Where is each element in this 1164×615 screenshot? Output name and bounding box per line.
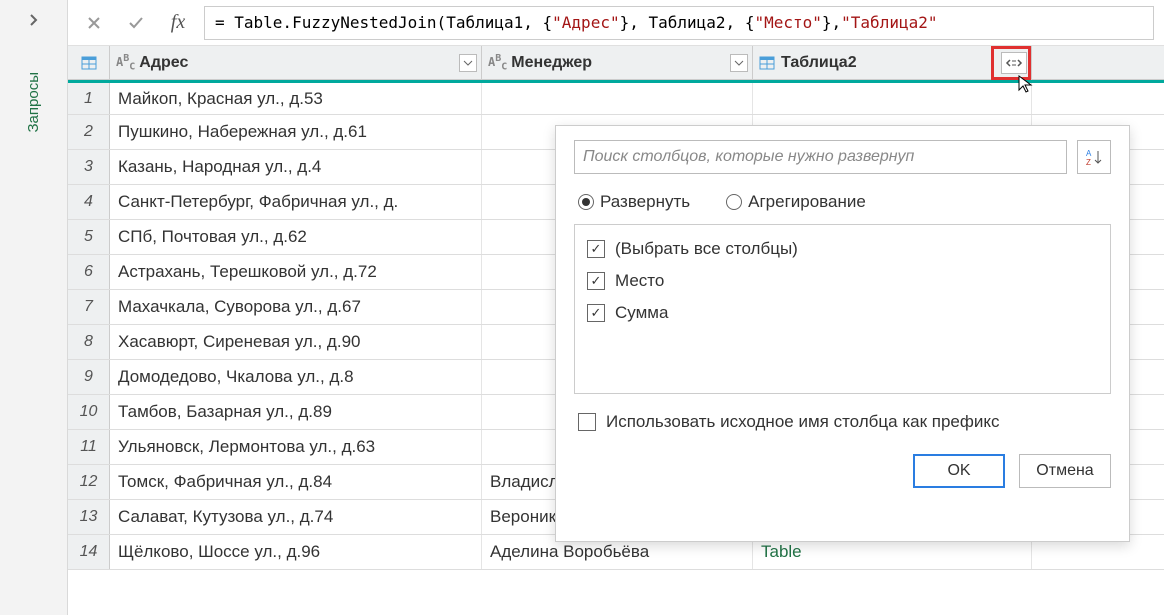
row-number: 12 (68, 465, 110, 499)
radio-icon (726, 194, 742, 210)
checkbox-icon: ✓ (587, 272, 605, 290)
expand-icon (1005, 57, 1023, 69)
cell-address[interactable]: СПб, Почтовая ул., д.62 (110, 220, 482, 254)
row-number: 4 (68, 185, 110, 219)
row-number: 6 (68, 255, 110, 289)
svg-text:A: A (1086, 149, 1092, 158)
radio-expand[interactable]: Развернуть (578, 192, 690, 212)
cell-address[interactable]: Астрахань, Терешковой ул., д.72 (110, 255, 482, 289)
chevron-right-icon (27, 13, 41, 27)
cell-address[interactable]: Домодедово, Чкалова ул., д.8 (110, 360, 482, 394)
column-search-input[interactable]: Поиск столбцов, которые нужно развернуп (574, 140, 1067, 174)
sidebar-label[interactable]: Запросы (25, 72, 42, 133)
formula-mid1: }, Таблица2, { (620, 13, 755, 32)
table-icon (759, 56, 775, 70)
formula-bar: fx = Table.FuzzyNestedJoin(Таблица1, { "… (68, 0, 1164, 46)
row-number: 8 (68, 325, 110, 359)
check-sum[interactable]: ✓ Сумма (587, 297, 1098, 329)
column-header-manager[interactable]: ABC Менеджер (482, 46, 753, 79)
cell-address[interactable]: Пушкино, Набережная ул., д.61 (110, 115, 482, 149)
column-filter-button[interactable] (730, 54, 748, 72)
cell-manager[interactable] (482, 83, 753, 114)
column-name: Адрес (139, 54, 188, 72)
check-icon (127, 14, 145, 32)
radio-aggregate[interactable]: Агрегирование (726, 192, 866, 212)
row-number: 11 (68, 430, 110, 464)
row-number: 1 (68, 83, 110, 114)
table-row[interactable]: 1Майкоп, Красная ул., д.53 (68, 80, 1164, 115)
column-name: Менеджер (511, 54, 592, 72)
formula-text: = Table.FuzzyNestedJoin(Таблица1, { (215, 13, 552, 32)
text-type-icon: ABC (488, 53, 507, 72)
placeholder-text: Поиск столбцов, которые нужно развернуп (583, 148, 914, 166)
cell-address[interactable]: Майкоп, Красная ул., д.53 (110, 83, 482, 114)
row-number: 13 (68, 500, 110, 534)
table-icon (81, 56, 97, 70)
cell-address[interactable]: Санкт-Петербург, Фабричная ул., д. (110, 185, 482, 219)
column-name: Таблица2 (781, 54, 857, 72)
radio-label: Агрегирование (748, 192, 866, 212)
grid-header: ABC Адрес ABC Менеджер (68, 46, 1164, 80)
row-number: 10 (68, 395, 110, 429)
formula-str1: "Адрес" (552, 13, 619, 32)
cell-table2[interactable] (753, 83, 1032, 114)
queries-sidebar: Запросы (0, 0, 68, 615)
ok-button[interactable]: OK (913, 454, 1005, 488)
sort-az-icon: A Z (1084, 147, 1104, 167)
sidebar-expand-button[interactable] (22, 8, 46, 32)
row-number: 5 (68, 220, 110, 254)
cursor-icon (1017, 74, 1035, 94)
radio-icon (578, 194, 594, 210)
cell-address[interactable]: Щёлково, Шоссе ул., д.96 (110, 535, 482, 569)
check-label: Сумма (615, 303, 668, 323)
checkbox-icon: ✓ (587, 240, 605, 258)
cell-address[interactable]: Салават, Кутузова ул., д.74 (110, 500, 482, 534)
row-number: 9 (68, 360, 110, 394)
chevron-down-icon (463, 60, 473, 66)
formula-input[interactable]: = Table.FuzzyNestedJoin(Таблица1, { "Адр… (204, 6, 1154, 40)
check-label: Место (615, 271, 664, 291)
data-grid: ABC Адрес ABC Менеджер (68, 46, 1164, 615)
checkbox-icon: ✓ (587, 304, 605, 322)
select-all-corner[interactable] (68, 46, 110, 79)
chevron-down-icon (734, 60, 744, 66)
columns-listbox: ✓ (Выбрать все столбцы) ✓ Место ✓ Сумма (574, 224, 1111, 394)
cell-address[interactable]: Махачкала, Суворова ул., д.67 (110, 290, 482, 324)
formula-commit-button[interactable] (120, 7, 152, 39)
svg-text:Z: Z (1086, 158, 1091, 167)
main-area: fx = Table.FuzzyNestedJoin(Таблица1, { "… (68, 0, 1164, 615)
formula-mid2: }, (822, 13, 841, 32)
x-icon (86, 15, 102, 31)
cancel-button[interactable]: Отмена (1019, 454, 1111, 488)
column-filter-button[interactable] (459, 54, 477, 72)
row-number: 3 (68, 150, 110, 184)
cell-address[interactable]: Ульяновск, Лермонтова ул., д.63 (110, 430, 482, 464)
formula-str3: "Таблица2" (841, 13, 937, 32)
cell-address[interactable]: Хасавюрт, Сиреневая ул., д.90 (110, 325, 482, 359)
cell-address[interactable]: Казань, Народная ул., д.4 (110, 150, 482, 184)
formula-cancel-button[interactable] (78, 7, 110, 39)
row-number: 2 (68, 115, 110, 149)
sort-columns-button[interactable]: A Z (1077, 140, 1111, 174)
cell-address[interactable]: Тамбов, Базарная ул., д.89 (110, 395, 482, 429)
app-root: Запросы fx = Table.FuzzyNestedJoin(Табли… (0, 0, 1164, 615)
column-header-address[interactable]: ABC Адрес (110, 46, 482, 79)
fx-button[interactable]: fx (162, 7, 194, 39)
formula-str2: "Место" (754, 13, 821, 32)
row-number: 7 (68, 290, 110, 324)
radio-label: Развернуть (600, 192, 690, 212)
expand-column-button[interactable] (1001, 52, 1027, 74)
cell-address[interactable]: Томск, Фабричная ул., д.84 (110, 465, 482, 499)
expand-columns-popup: Поиск столбцов, которые нужно развернуп … (555, 125, 1130, 542)
row-number: 14 (68, 535, 110, 569)
check-all-columns[interactable]: ✓ (Выбрать все столбцы) (587, 233, 1098, 265)
column-header-table2[interactable]: Таблица2 (753, 46, 1032, 79)
text-type-icon: ABC (116, 53, 135, 72)
check-place[interactable]: ✓ Место (587, 265, 1098, 297)
prefix-checkbox[interactable] (578, 413, 596, 431)
check-label: (Выбрать все столбцы) (615, 239, 798, 259)
prefix-label: Использовать исходное имя столбца как пр… (606, 412, 999, 432)
